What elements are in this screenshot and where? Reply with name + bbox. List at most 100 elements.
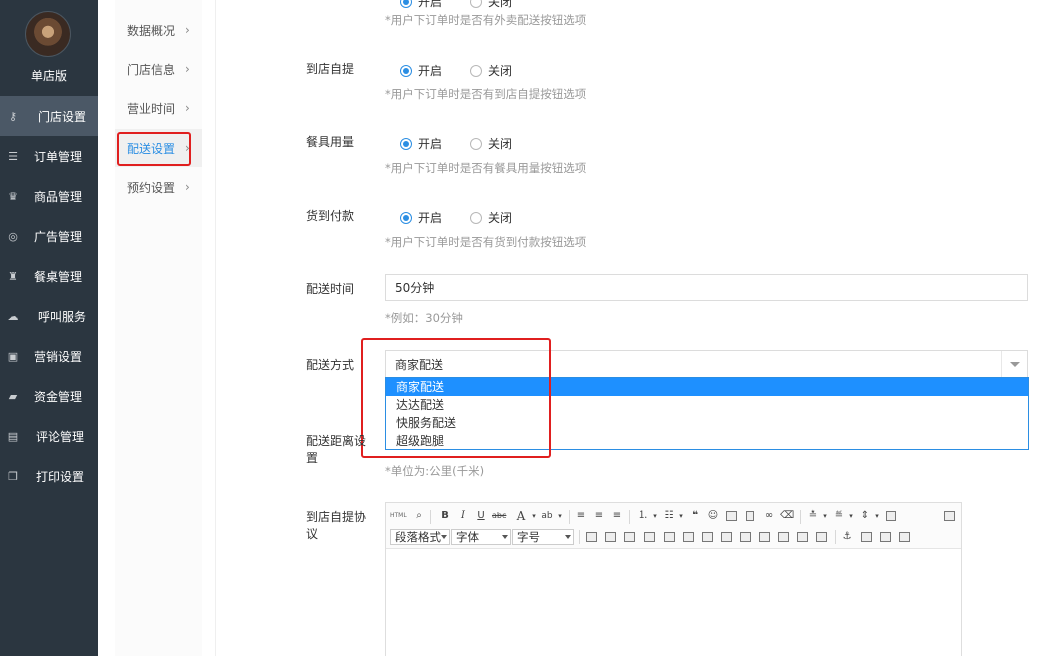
link-icon[interactable]: ∞ bbox=[762, 508, 776, 524]
split-columns-icon[interactable] bbox=[816, 532, 827, 542]
takeout-radio-on[interactable]: 开启 bbox=[400, 0, 442, 10]
align-right-icon[interactable]: ≡ bbox=[610, 508, 624, 524]
sidebar-item-products[interactable]: ♛ 商品管理 bbox=[0, 176, 98, 216]
radio-label: 关闭 bbox=[488, 0, 513, 9]
chevron-down-icon[interactable]: ▾ bbox=[870, 508, 884, 524]
video-icon[interactable] bbox=[746, 511, 754, 521]
radio-unchecked-icon bbox=[470, 137, 482, 150]
chevron-down-icon[interactable]: ▾ bbox=[818, 508, 832, 524]
trophy-icon: ♛ bbox=[8, 189, 18, 203]
delivery-time-input[interactable]: 50分钟 bbox=[385, 274, 1028, 301]
sidebar-item-label: 门店设置 bbox=[38, 109, 87, 124]
chevron-down-icon bbox=[502, 535, 508, 539]
font-family-select[interactable]: 字体 bbox=[451, 529, 511, 545]
eraser-icon[interactable]: ⌫ bbox=[780, 508, 794, 524]
sidebar-item-label: 餐桌管理 bbox=[34, 269, 83, 284]
delete-column-icon[interactable] bbox=[702, 532, 713, 542]
merge-right-icon[interactable] bbox=[740, 532, 751, 542]
sidebar-item-call-service[interactable]: ☁ 呼叫服务 bbox=[0, 296, 98, 336]
sidebar-item-label: 评论管理 bbox=[36, 429, 85, 444]
strikethrough-icon[interactable]: abc bbox=[492, 508, 506, 524]
paragraph-format-select[interactable]: 段落格式 bbox=[390, 529, 450, 545]
merge-cells-icon[interactable] bbox=[721, 532, 732, 542]
sidebar-item-print[interactable]: ❐ 打印设置 bbox=[0, 456, 98, 496]
sidebar-item-tables[interactable]: ♜ 餐桌管理 bbox=[0, 256, 98, 296]
highlight-color-icon[interactable]: ab bbox=[540, 508, 554, 524]
chevron-down-icon[interactable]: ▾ bbox=[674, 508, 688, 524]
radio-label: 关闭 bbox=[488, 64, 513, 78]
delete-row-icon[interactable] bbox=[664, 532, 675, 542]
page-break-icon[interactable] bbox=[861, 532, 872, 542]
pickup-agreement-label: 到店自提协议 bbox=[306, 510, 367, 541]
insert-row-icon[interactable] bbox=[644, 532, 655, 542]
template-icon[interactable] bbox=[886, 511, 896, 521]
subnav-item-overview[interactable]: 数据概况 › bbox=[115, 11, 202, 49]
shop-avatar[interactable] bbox=[25, 11, 71, 57]
self-pickup-label: 到店自提 bbox=[306, 62, 355, 76]
align-left-icon[interactable]: ≡ bbox=[574, 508, 588, 524]
app-root: 单店版 ⚷ 门店设置 ☰ 订单管理 ♛ 商品管理 ◎ 广告管理 ♜ 餐桌管理 ☁… bbox=[0, 0, 1037, 656]
split-rows-icon[interactable] bbox=[797, 532, 808, 542]
subnav-item-reservation[interactable]: 预约设置 › bbox=[115, 168, 202, 206]
quote-icon[interactable]: ❝ bbox=[688, 508, 702, 524]
select-toggle[interactable] bbox=[1001, 351, 1027, 377]
insert-paragraph-icon[interactable] bbox=[624, 532, 635, 542]
cod-radio-off[interactable]: 关闭 bbox=[470, 209, 512, 226]
toolbar-divider bbox=[800, 510, 801, 524]
radio-checked-icon bbox=[400, 211, 412, 224]
sidebar-item-orders[interactable]: ☰ 订单管理 bbox=[0, 136, 98, 176]
radio-label: 开启 bbox=[418, 211, 443, 225]
underline-icon[interactable]: U bbox=[474, 508, 488, 524]
chevron-down-icon[interactable]: ▾ bbox=[648, 508, 662, 524]
chevron-down-icon[interactable]: ▾ bbox=[527, 508, 541, 524]
self-pickup-radio-on[interactable]: 开启 bbox=[400, 62, 442, 79]
annotation-highlight-box bbox=[117, 132, 191, 166]
subnav-divider bbox=[215, 0, 216, 656]
insert-column-icon[interactable] bbox=[683, 532, 694, 542]
align-center-icon[interactable]: ≡ bbox=[592, 508, 606, 524]
image-icon[interactable] bbox=[726, 511, 737, 521]
anchor-icon[interactable]: ⚓ bbox=[840, 529, 854, 545]
italic-icon[interactable]: I bbox=[456, 508, 470, 524]
subnav-item-business-hours[interactable]: 营业时间 › bbox=[115, 89, 202, 127]
book-icon: ▰ bbox=[8, 389, 18, 403]
table-delete-icon[interactable] bbox=[605, 532, 616, 542]
merge-down-icon[interactable] bbox=[759, 532, 770, 542]
font-color-icon[interactable]: A bbox=[514, 508, 528, 524]
font-family-value: 字体 bbox=[456, 530, 479, 544]
html-source-button[interactable]: HTML bbox=[390, 508, 407, 524]
cod-hint: *用户下订单时是否有货到付款按钮选项 bbox=[385, 235, 587, 249]
tableware-radio-off[interactable]: 关闭 bbox=[470, 135, 512, 152]
fullscreen-icon[interactable] bbox=[944, 511, 955, 521]
sidebar-item-reviews[interactable]: ▤ 评论管理 bbox=[0, 416, 98, 456]
preview-icon[interactable] bbox=[899, 532, 910, 542]
emoji-icon[interactable]: ☺ bbox=[706, 508, 720, 524]
cod-radio-on[interactable]: 开启 bbox=[400, 209, 442, 226]
bold-icon[interactable]: B bbox=[438, 508, 452, 524]
split-cells-icon[interactable] bbox=[778, 532, 789, 542]
sidebar-item-store-settings[interactable]: ⚷ 门店设置 bbox=[0, 96, 98, 136]
chevron-down-icon bbox=[1010, 362, 1020, 367]
takeout-radio-off[interactable]: 关闭 bbox=[470, 0, 512, 10]
chevron-right-icon: › bbox=[185, 101, 190, 115]
sidebar-item-label: 呼叫服务 bbox=[38, 309, 87, 324]
tableware-radio-on[interactable]: 开启 bbox=[400, 135, 442, 152]
tableware-hint: *用户下订单时是否有餐具用量按钮选项 bbox=[385, 161, 587, 175]
chevron-down-icon[interactable]: ▾ bbox=[844, 508, 858, 524]
sidebar-item-funds[interactable]: ▰ 资金管理 bbox=[0, 376, 98, 416]
self-pickup-radio-off[interactable]: 关闭 bbox=[470, 62, 512, 79]
sidebar-item-label: 订单管理 bbox=[34, 149, 83, 164]
subnav-item-store-info[interactable]: 门店信息 › bbox=[115, 50, 202, 88]
print-icon[interactable] bbox=[880, 532, 891, 542]
sidebar-item-ads[interactable]: ◎ 广告管理 bbox=[0, 216, 98, 256]
table-insert-icon[interactable] bbox=[586, 532, 597, 542]
binoculars-icon: ♜ bbox=[8, 269, 18, 283]
rich-text-editor[interactable]: HTML ⌕ B I U abc A ▾ ab ▾ ≡ ≡ ≡ ⒈ ▾ ☷ ▾ … bbox=[385, 502, 962, 656]
font-size-select[interactable]: 字号 bbox=[512, 529, 574, 545]
chevron-down-icon[interactable]: ▾ bbox=[553, 508, 567, 524]
paragraph-format-value: 段落格式 bbox=[395, 530, 441, 544]
chevron-right-icon: › bbox=[185, 62, 190, 76]
sidebar-item-label: 营销设置 bbox=[34, 349, 83, 364]
search-icon[interactable]: ⌕ bbox=[412, 508, 426, 524]
sidebar-item-marketing[interactable]: ▣ 营销设置 bbox=[0, 336, 98, 376]
